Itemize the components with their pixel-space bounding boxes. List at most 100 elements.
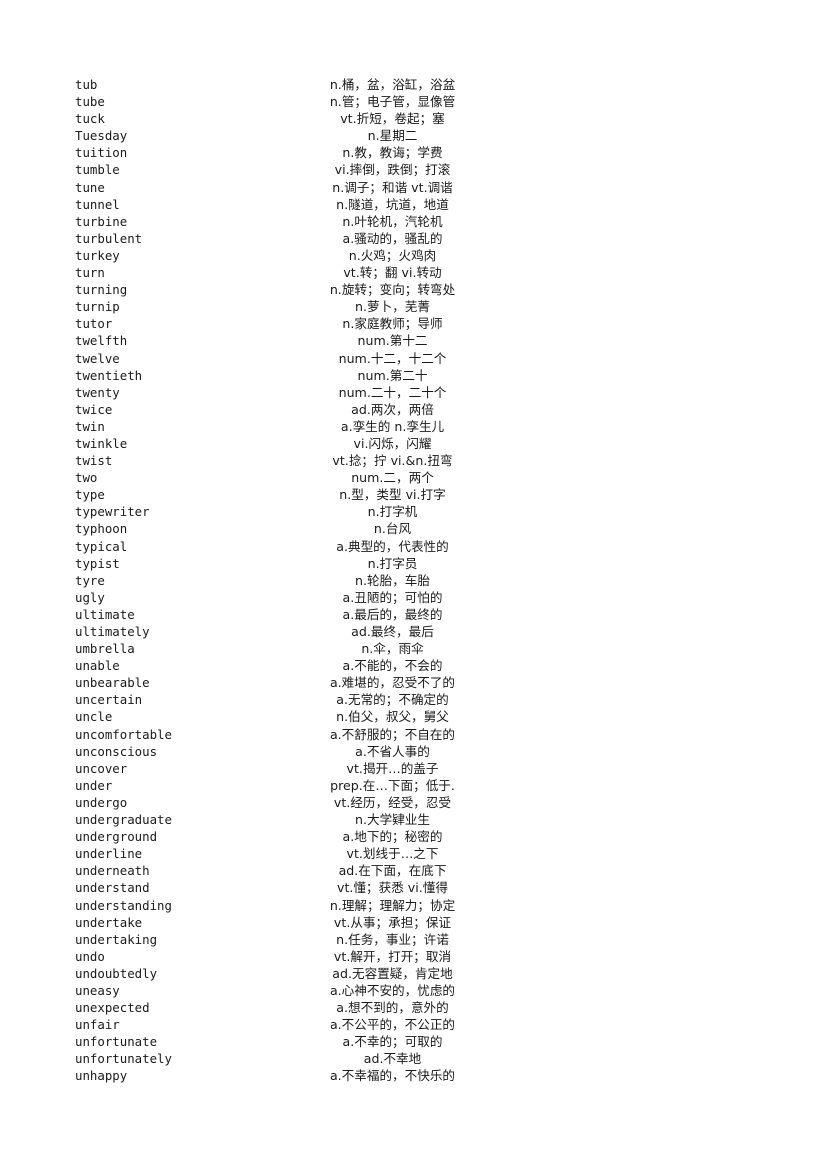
entry-term: tube (75, 94, 105, 110)
entry-term: underground (75, 829, 158, 845)
entry-term: unfair (75, 1017, 120, 1033)
vocabulary-entry-row: tuck vt.折短，卷起；塞 (75, 110, 495, 127)
entry-term: undergraduate (75, 812, 172, 828)
entry-term: uncertain (75, 692, 143, 708)
entry-term: Tuesday (75, 128, 128, 144)
entry-definition: n.萝卜，芜菁 (355, 299, 430, 315)
entry-definition: num.二十，二十个 (338, 384, 447, 400)
entry-definition: n.任务，事业；许诺 (336, 931, 449, 947)
entry-definition: n.教，教诲；学费 (342, 145, 443, 161)
vocabulary-entry-row: twist vt.捻；拧 vi.&n.扭弯 (75, 452, 495, 469)
vocabulary-entry-row: typewriter n.打字机 (75, 503, 495, 520)
entry-definition: a.心神不安的，忧虑的 (329, 982, 456, 998)
entry-term: uncomfortable (75, 726, 172, 742)
vocabulary-entry-row: underline vt.划线于…之下 (75, 845, 495, 862)
entry-definition: ad.不幸地 (363, 1051, 422, 1067)
vocabulary-entry-row: tuition n.教，教诲；学费 (75, 144, 495, 161)
vocabulary-entry-row: twelve num.十二，十二个 (75, 350, 495, 367)
vocabulary-entry-row: turbulent a.骚动的，骚乱的 (75, 230, 495, 247)
entry-definition: vt.转；翻 vi.转动 (343, 265, 442, 281)
entry-term: uneasy (75, 982, 120, 998)
vocabulary-entry-row: undo vt.解开，打开；取消 (75, 948, 495, 965)
vocabulary-list: tub n.桶，盆，浴缸，浴盆 tube n.管；电子管，显像管 tuck vt.折短，卷… (75, 76, 495, 1085)
entry-term: typhoon (75, 521, 128, 537)
entry-term: undertake (75, 914, 143, 930)
entry-definition: n.隧道，坑道，地道 (336, 196, 449, 212)
document-page: tub n.桶，盆，浴缸，浴盆 tube n.管；电子管，显像管 tuck vt.折短，卷… (0, 0, 827, 1170)
vocabulary-entry-row: tunnel n.隧道，坑道，地道 (75, 196, 495, 213)
entry-definition: a.不公平的，不公正的 (329, 1017, 456, 1033)
vocabulary-entry-row: uncomfortable a.不舒服的；不自在的 (75, 726, 495, 743)
entry-definition: a.不省人事的 (355, 743, 430, 759)
entry-term: twist (75, 453, 113, 469)
entry-definition: a.最后的，最终的 (342, 606, 443, 622)
entry-term: twelve (75, 350, 120, 366)
entry-definition: n.星期二 (367, 128, 418, 144)
entry-term: under (75, 777, 113, 793)
entry-definition: num.十二，十二个 (338, 350, 447, 366)
entry-term: tunnel (75, 196, 120, 212)
entry-definition: n.管；电子管，显像管 (329, 94, 456, 110)
entry-definition: vt.揭开…的盖子 (346, 760, 439, 776)
entry-definition: vt.捻；拧 vi.&n.扭弯 (332, 453, 453, 469)
entry-term: unconscious (75, 743, 158, 759)
vocabulary-entry-row: unhappy a.不幸福的，不快乐的 (75, 1067, 495, 1084)
entry-definition: n.伞，雨伞 (361, 641, 424, 657)
entry-term: tuck (75, 111, 105, 127)
entry-definition: a.想不到的，意外的 (336, 1000, 449, 1016)
entry-term: tumble (75, 162, 120, 178)
entry-term: tutor (75, 316, 113, 332)
entry-definition: n.桶，盆，浴缸，浴盆 (329, 77, 456, 92)
vocabulary-entry-row: uneasy a.心神不安的，忧虑的 (75, 982, 495, 999)
entry-term: underneath (75, 863, 150, 879)
vocabulary-entry-row: unbearable a.难堪的，忍受不了的 (75, 674, 495, 691)
entry-definition: n.调子；和谐 vt.调谐 (332, 179, 453, 195)
vocabulary-entry-row: ugly a.丑陋的；可怕的 (75, 589, 495, 606)
vocabulary-entry-row: undergraduate n.大学肄业生 (75, 811, 495, 828)
vocabulary-entry-row: undertake vt.从事；承担；保证 (75, 914, 495, 931)
entry-definition: a.丑陋的；可怕的 (342, 589, 443, 605)
vocabulary-entry-row: tutor n.家庭教师；导师 (75, 315, 495, 332)
entry-term: turkey (75, 247, 120, 263)
entry-term: unfortunately (75, 1051, 172, 1067)
entry-definition: a.骚动的，骚乱的 (342, 230, 443, 246)
vocabulary-entry-row: turnip n.萝卜，芜菁 (75, 298, 495, 315)
entry-definition: vi.闪烁，闪耀 (353, 435, 432, 451)
vocabulary-entry-row: umbrella n.伞，雨伞 (75, 640, 495, 657)
vocabulary-entry-row: understand vt.懂；获悉 vi.懂得 (75, 879, 495, 896)
entry-definition: n.大学肄业生 (355, 812, 430, 828)
vocabulary-entry-row: undoubtedly ad.无容置疑，肯定地 (75, 965, 495, 982)
entry-term: typewriter (75, 504, 150, 520)
entry-term: turbine (75, 213, 128, 229)
entry-term: undertaking (75, 931, 158, 947)
vocabulary-entry-row: turning n.旋转；变向；转弯处 (75, 281, 495, 298)
vocabulary-entry-row: unfortunately ad.不幸地 (75, 1050, 495, 1067)
vocabulary-entry-row: twin a.孪生的 n.孪生儿 (75, 418, 495, 435)
entry-definition: a.不能的，不会的 (342, 658, 443, 674)
entry-term: unbearable (75, 675, 150, 691)
vocabulary-entry-row: turn vt.转；翻 vi.转动 (75, 264, 495, 281)
entry-definition: n.火鸡；火鸡肉 (348, 247, 437, 263)
entry-definition: vt.从事；承担；保证 (333, 914, 452, 930)
vocabulary-entry-row: unexpected a.想不到的，意外的 (75, 999, 495, 1016)
vocabulary-entry-row: tub n.桶，盆，浴缸，浴盆 (75, 76, 495, 93)
entry-definition: ad.在下面，在底下 (338, 863, 447, 879)
vocabulary-entry-row: tyre n.轮胎，车胎 (75, 572, 495, 589)
entry-term: tub (75, 77, 98, 92)
vocabulary-entry-row: Tuesday n.星期二 (75, 127, 495, 144)
vocabulary-entry-row: unfair a.不公平的，不公正的 (75, 1016, 495, 1033)
entry-definition: num.第二十 (357, 367, 428, 383)
vocabulary-entry-row: uncle n.伯父，叔父，舅父 (75, 708, 495, 725)
entry-definition: n.型，类型 vi.打字 (339, 487, 446, 503)
vocabulary-entry-row: uncover vt.揭开…的盖子 (75, 760, 495, 777)
entry-definition: a.不幸的；可取的 (342, 1034, 443, 1050)
vocabulary-entry-row: unable a.不能的，不会的 (75, 657, 495, 674)
entry-definition: a.难堪的，忍受不了的 (329, 675, 456, 691)
vocabulary-entry-row: two num.二，两个 (75, 469, 495, 486)
entry-definition: a.无常的；不确定的 (336, 692, 449, 708)
vocabulary-entry-row: tune n.调子；和谐 vt.调谐 (75, 179, 495, 196)
vocabulary-entry-row: undertaking n.任务，事业；许诺 (75, 931, 495, 948)
entry-definition: ad.最终，最后 (351, 624, 434, 639)
vocabulary-entry-row: tumble vi.摔倒，跌倒；打滚 (75, 161, 495, 178)
entry-term: type (75, 487, 105, 503)
